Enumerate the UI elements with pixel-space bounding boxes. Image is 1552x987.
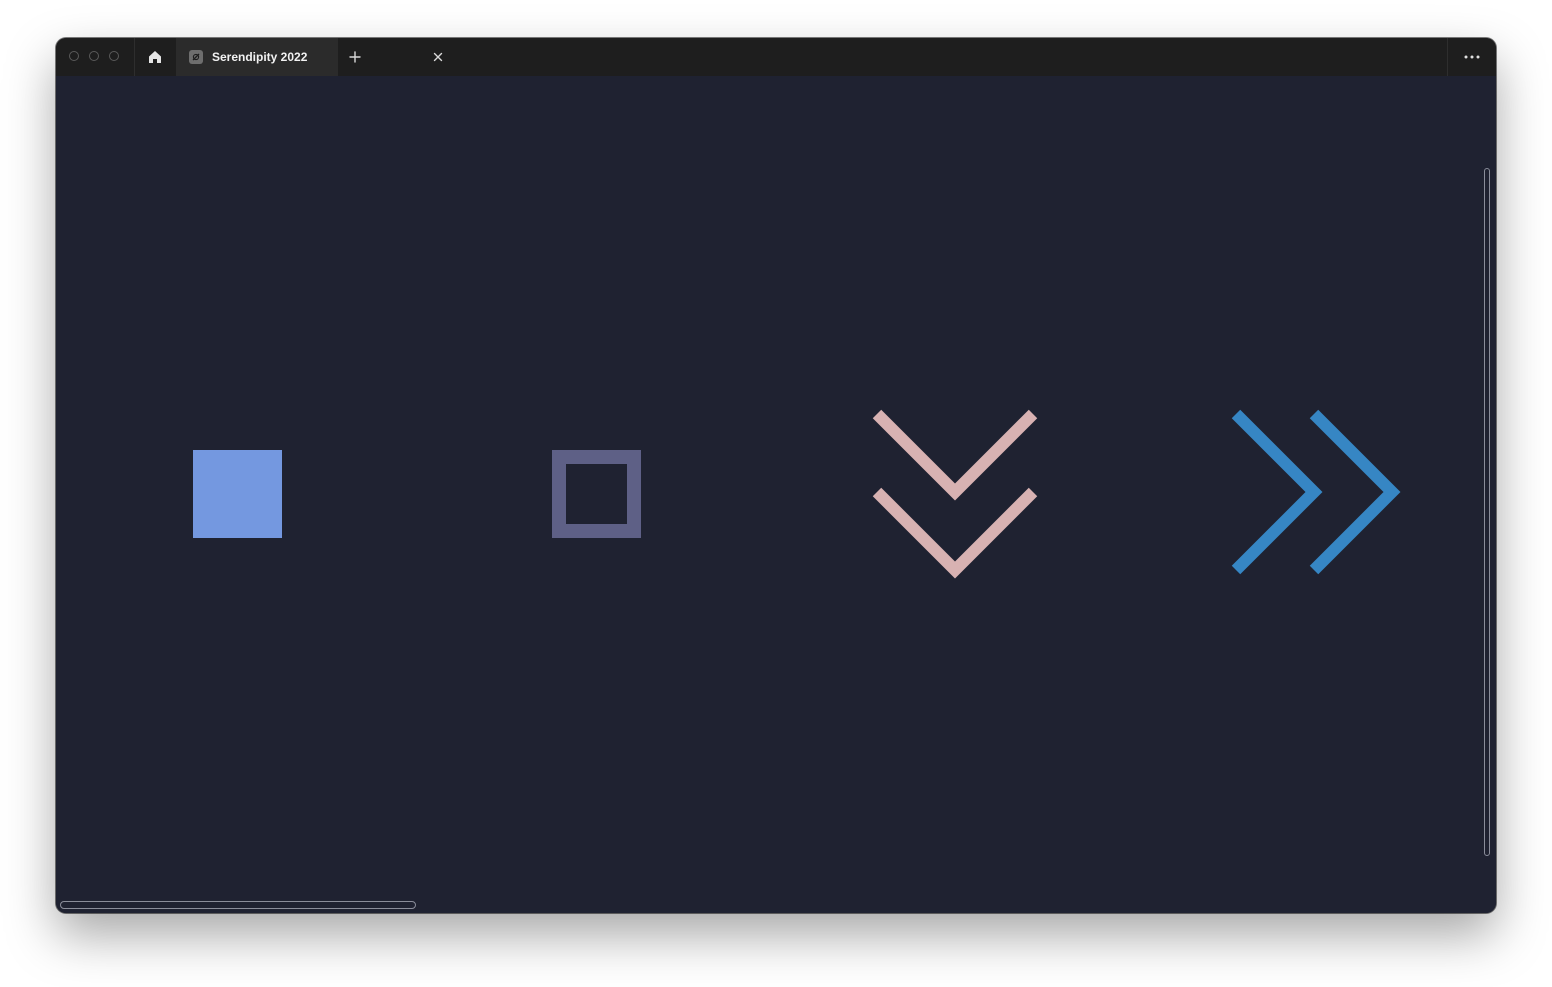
canvas-artwork: [193, 409, 1401, 579]
tab-label: Serendipity 2022: [212, 50, 308, 64]
home-button[interactable]: [135, 38, 175, 76]
design-canvas[interactable]: [56, 76, 1496, 913]
more-horizontal-icon: [1464, 55, 1480, 59]
plus-icon[interactable]: [346, 48, 364, 66]
double-chevron-right-shape[interactable]: [1231, 409, 1401, 575]
zoom-window-button[interactable]: [109, 51, 119, 61]
vertical-scrollbar[interactable]: [1484, 168, 1490, 856]
title-bar: Serendipity 2022: [56, 38, 1496, 76]
home-icon: [149, 51, 161, 63]
close-window-button[interactable]: [69, 51, 79, 61]
minimize-window-button[interactable]: [89, 51, 99, 61]
figma-file-icon: [189, 50, 203, 64]
double-chevron-down-shape[interactable]: [872, 409, 1038, 579]
app-window: Serendipity 2022: [56, 38, 1496, 913]
more-menu-button[interactable]: [1448, 38, 1496, 76]
close-icon[interactable]: [432, 51, 444, 63]
filled-square-shape[interactable]: [193, 450, 282, 538]
outline-square-shape[interactable]: [552, 450, 641, 538]
horizontal-scrollbar[interactable]: [60, 901, 416, 909]
tab-serendipity-2022[interactable]: Serendipity 2022: [176, 38, 443, 76]
